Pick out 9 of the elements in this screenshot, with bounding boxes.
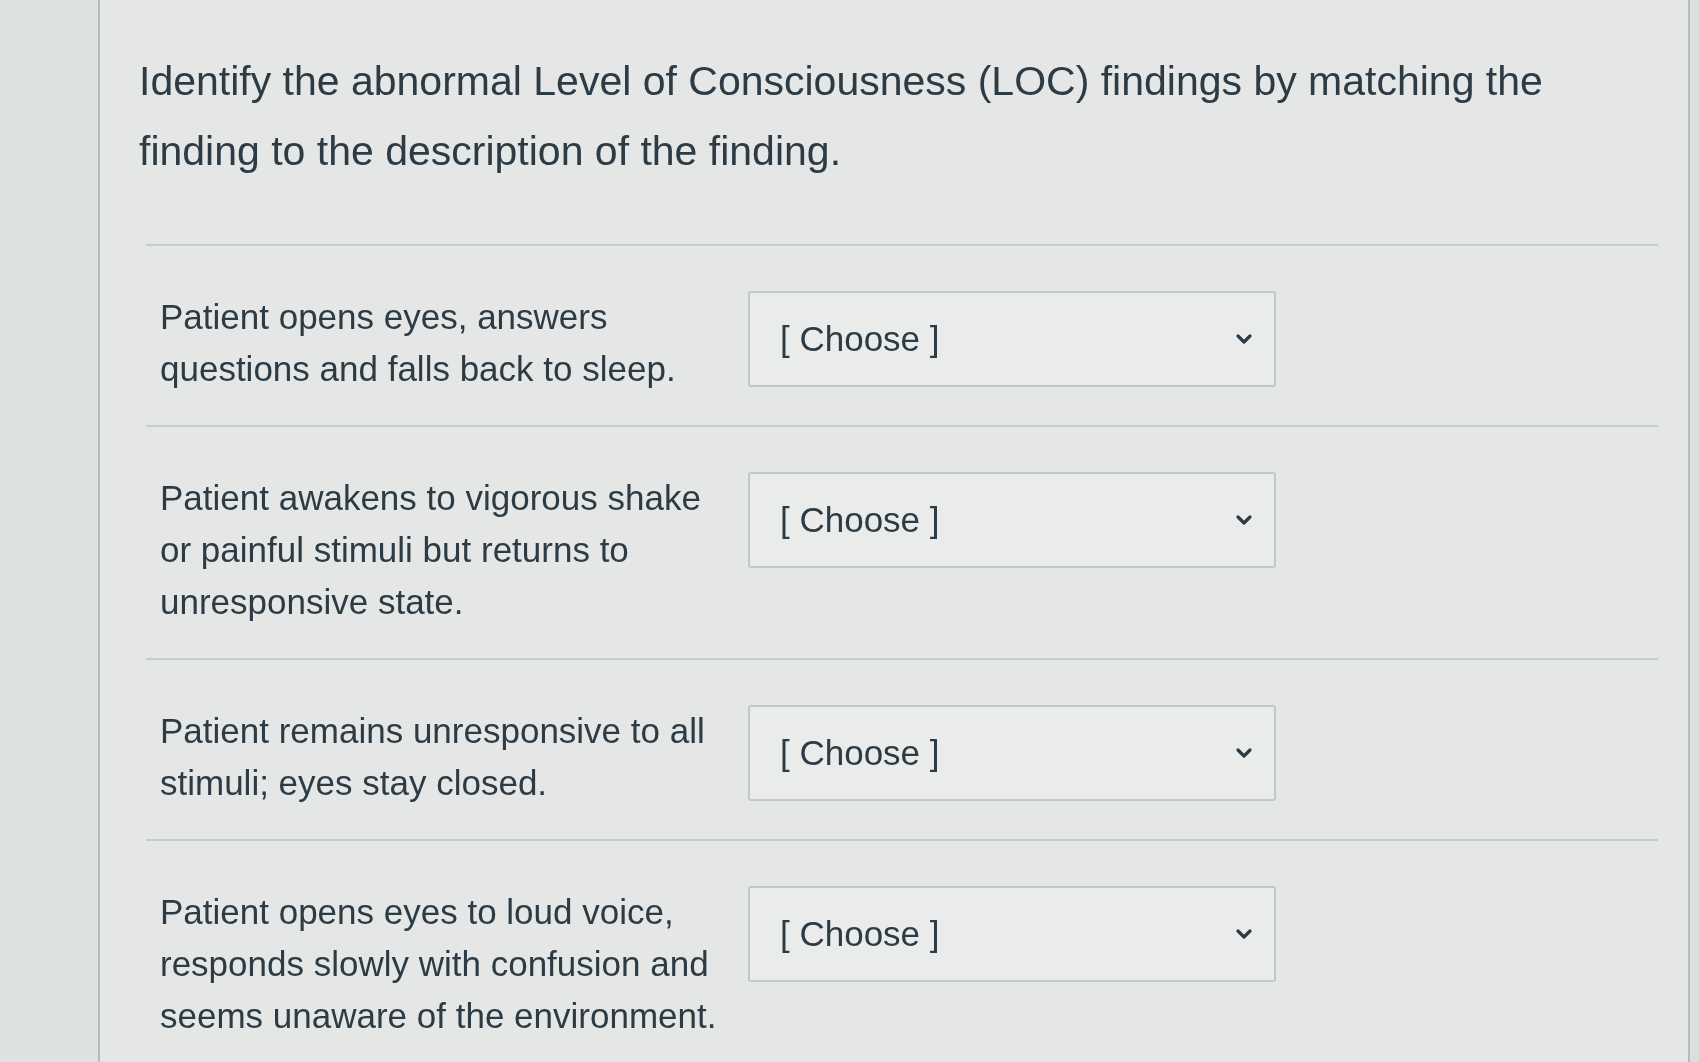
choose-dropdown[interactable]: [ Choose ] <box>748 705 1276 801</box>
question-prompt: Identify the abnormal Level of Consciousness (LOC) findings by matching the finding to the description of the finding. <box>139 57 1544 176</box>
finding-description: Patient opens eyes to loud voice, responds slowly with confusion and seems unaware of the environment. <box>160 891 718 1037</box>
choose-dropdown[interactable]: [ Choose ] <box>748 886 1276 982</box>
choose-dropdown[interactable]: [ Choose ] <box>748 472 1276 568</box>
finding-description: Patient awakens to vigorous shake or painful stimuli but returns to unresponsive state. <box>160 477 702 623</box>
finding-description: Patient opens eyes, answers questions and falls back to sleep. <box>160 296 677 390</box>
finding-description: Patient remains unresponsive to all stimuli; eyes stay closed. <box>160 710 706 804</box>
choose-dropdown[interactable]: [ Choose ] <box>748 291 1276 387</box>
